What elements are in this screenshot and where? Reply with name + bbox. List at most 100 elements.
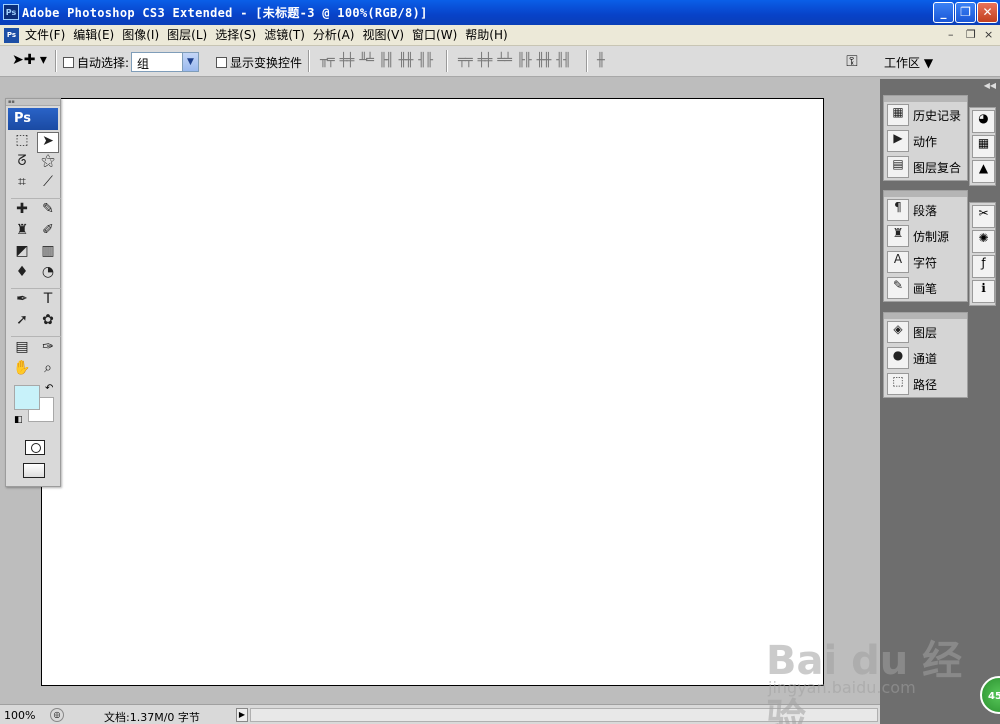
- screen-mode-icon[interactable]: [23, 463, 45, 478]
- healing-brush-tool-icon[interactable]: ✚: [11, 201, 33, 222]
- distribute-left-icon[interactable]: ╟╟: [517, 53, 532, 68]
- type-tool-icon[interactable]: T: [37, 291, 59, 312]
- zoom-tool-icon[interactable]: ⌕: [37, 360, 59, 381]
- crop-tool-icon[interactable]: ⌗: [11, 174, 33, 195]
- align-bottom-icon[interactable]: ╨╧: [359, 53, 374, 68]
- panel-label: 画笔: [913, 281, 938, 296]
- align-top-icon[interactable]: ╥╤: [320, 53, 335, 68]
- zoom-icon[interactable]: ◎: [50, 708, 64, 722]
- menu-help[interactable]: 帮助(H): [465, 27, 513, 43]
- lasso-tool-icon[interactable]: ᘔ: [11, 153, 33, 174]
- doc-close-button[interactable]: ×: [984, 28, 993, 41]
- color-palette-icon[interactable]: ◕: [972, 110, 995, 133]
- menu-view[interactable]: 视图(V): [362, 27, 410, 43]
- auto-select-dropdown[interactable]: 组 ▼: [131, 52, 199, 72]
- tool-presets-icon[interactable]: ✂: [972, 205, 995, 228]
- blur-tool-icon[interactable]: ♦: [11, 264, 33, 285]
- horizontal-scrollbar[interactable]: [250, 708, 878, 722]
- restore-button[interactable]: ❐: [955, 2, 976, 23]
- hand-tool-icon[interactable]: ✋: [11, 360, 33, 381]
- distribute-bottom-icon[interactable]: ╧╧: [497, 53, 512, 68]
- panel-paths[interactable]: ⬚ 路径: [884, 371, 967, 397]
- auto-select-checkbox[interactable]: 自动选择:: [63, 54, 129, 71]
- align-right-icon[interactable]: ╢╟: [418, 53, 433, 68]
- clone-stamp-tool-icon[interactable]: ♜: [11, 222, 33, 243]
- align-left-icon[interactable]: ╟╢: [379, 53, 394, 68]
- toolbox-grip[interactable]: ▪▪: [6, 99, 60, 106]
- move-tool-icon[interactable]: ➤: [37, 132, 59, 153]
- styles-icon[interactable]: ƒ: [972, 255, 995, 278]
- document-canvas[interactable]: [41, 98, 824, 686]
- photoshop-logo: Ps: [8, 108, 58, 130]
- swap-colors-icon[interactable]: ↶: [45, 383, 53, 394]
- distribute-right-icon[interactable]: ╢╢: [556, 53, 571, 68]
- doc-restore-button[interactable]: ❐: [966, 28, 976, 41]
- show-transform-checkbox[interactable]: 显示变换控件: [216, 54, 302, 71]
- collapse-panels-icon[interactable]: ◀◀: [984, 81, 996, 90]
- panel-label: 字符: [913, 255, 938, 270]
- default-colors-icon[interactable]: ◧: [14, 415, 23, 425]
- navigator-icon[interactable]: ✺: [972, 230, 995, 253]
- foreground-color-swatch[interactable]: [14, 385, 40, 410]
- menu-select[interactable]: 选择(S): [215, 27, 262, 43]
- menu-filter[interactable]: 滤镜(T): [264, 27, 311, 43]
- align-hcenter-icon[interactable]: ╫╫: [399, 53, 414, 68]
- quick-mask-icon[interactable]: [25, 440, 45, 455]
- minimize-button[interactable]: _: [933, 2, 954, 23]
- distribute-top-icon[interactable]: ╤╤: [458, 53, 473, 68]
- checkbox-box[interactable]: [63, 57, 74, 68]
- dodge-tool-icon[interactable]: ◔: [37, 264, 59, 285]
- distribute-vcenter-icon[interactable]: ╪╪: [478, 53, 493, 68]
- auto-align-layers-icon[interactable]: ╫: [597, 53, 605, 68]
- document-icon[interactable]: Ps: [4, 28, 19, 43]
- layers-icon: ◈: [887, 321, 909, 343]
- eyedropper-tool-icon[interactable]: ✑: [37, 339, 59, 360]
- eraser-tool-icon[interactable]: ◩: [11, 243, 33, 264]
- zoom-level[interactable]: 100%: [4, 709, 35, 722]
- panel-clone-source[interactable]: ♜ 仿制源: [884, 223, 967, 249]
- menu-window[interactable]: 窗口(W): [412, 27, 463, 43]
- checkbox-box[interactable]: [216, 57, 227, 68]
- menu-file[interactable]: 文件(F): [25, 27, 71, 43]
- doc-minimize-button[interactable]: –: [948, 28, 954, 41]
- icon-panel-column-2: ✂ ✺ ƒ ℹ: [969, 202, 996, 306]
- photoshop-app-icon[interactable]: Ps: [3, 4, 19, 20]
- bridge-icon[interactable]: ⚿: [840, 50, 864, 72]
- marquee-tool-icon[interactable]: ⬚: [11, 132, 33, 153]
- path-selection-tool-icon[interactable]: ➚: [11, 312, 33, 333]
- panel-actions[interactable]: ▶ 动作: [884, 128, 967, 154]
- panel-history[interactable]: ▦ 历史记录: [884, 102, 967, 128]
- workspace-menu[interactable]: 工作区 ▼: [884, 54, 933, 71]
- history-brush-tool-icon[interactable]: ✐: [37, 222, 59, 243]
- panel-label: 通道: [913, 351, 938, 366]
- menu-image[interactable]: 图像(I): [122, 27, 165, 43]
- slice-tool-icon[interactable]: ⟋: [37, 174, 59, 195]
- swatches-icon[interactable]: ▦: [972, 135, 995, 158]
- panel-layer-comps[interactable]: ▤ 图层复合: [884, 154, 967, 180]
- status-menu-arrow-icon[interactable]: ▶: [236, 708, 248, 722]
- menu-analysis[interactable]: 分析(A): [313, 27, 361, 43]
- menu-list: 文件(F) 编辑(E) 图像(I) 图层(L) 选择(S) 滤镜(T) 分析(A…: [25, 27, 516, 43]
- menu-layer[interactable]: 图层(L): [167, 27, 213, 43]
- chevron-down-icon[interactable]: ▼: [182, 53, 198, 71]
- close-button[interactable]: ✕: [977, 2, 998, 23]
- magic-wand-tool-icon[interactable]: ⚝: [37, 153, 59, 174]
- distribute-hcenter-icon[interactable]: ╫╫: [537, 53, 552, 68]
- panel-layers[interactable]: ◈ 图层: [884, 319, 967, 345]
- pen-tool-icon[interactable]: ✒: [11, 291, 33, 312]
- custom-shape-tool-icon[interactable]: ✿: [37, 312, 59, 333]
- menu-edit[interactable]: 编辑(E): [73, 27, 120, 43]
- document-info: 文档:1.37M/0 字节: [104, 711, 200, 724]
- panel-character[interactable]: A 字符: [884, 249, 967, 275]
- gradient-tool-icon[interactable]: ▥: [37, 243, 59, 264]
- histogram-icon[interactable]: ▲: [972, 160, 995, 183]
- panel-paragraph[interactable]: ¶ 段落: [884, 197, 967, 223]
- auto-align-icon[interactable]: ╫: [597, 53, 605, 68]
- align-vcenter-icon[interactable]: ╪╪: [340, 53, 355, 68]
- panel-channels[interactable]: ● 通道: [884, 345, 967, 371]
- brush-tool-icon[interactable]: ✎: [37, 201, 59, 222]
- move-tool-preset-icon[interactable]: ➤✚ ▾: [12, 52, 48, 70]
- notes-tool-icon[interactable]: ▤: [11, 339, 33, 360]
- panel-brushes[interactable]: ✎ 画笔: [884, 275, 967, 301]
- info-icon[interactable]: ℹ: [972, 280, 995, 303]
